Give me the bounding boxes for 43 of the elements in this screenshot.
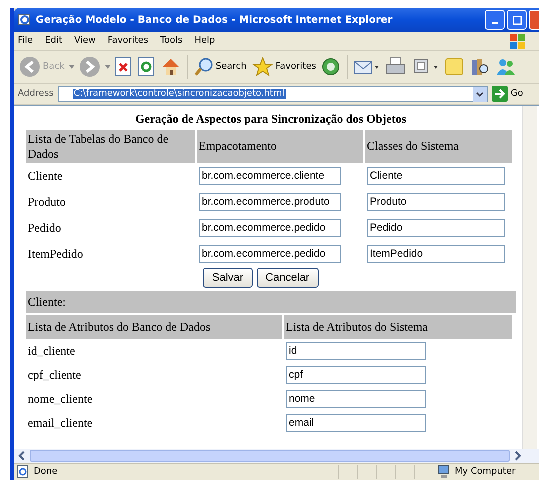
section-header: Cliente:	[26, 291, 516, 313]
save-button[interactable]: Salvar	[203, 268, 253, 288]
column-header: Lista de Tabelas do Banco de Dados	[26, 130, 195, 163]
class-field[interactable]: Produto	[367, 193, 505, 211]
window-title: Geração Modelo - Banco de Dados - Microsoft Internet Explorer	[36, 14, 394, 26]
attribute-field[interactable]: nome	[286, 390, 426, 408]
class-field[interactable]: Cliente	[367, 167, 505, 185]
package-field[interactable]: br.com.ecommerce.produto	[199, 193, 341, 211]
cancel-button[interactable]: Cancelar	[256, 268, 319, 288]
attribute-field[interactable]: cpf	[286, 366, 426, 384]
attribute-name-cell-text: cpf_cliente	[27, 366, 82, 384]
table-name-cell-text: Cliente	[27, 168, 64, 184]
table-name-cell-text: ItemPedido	[27, 246, 84, 262]
menu-item[interactable]: Tools	[160, 36, 183, 46]
favorites-button[interactable]: Favorites	[250, 57, 318, 77]
attribute-field[interactable]: id	[286, 342, 426, 360]
attribute-name-cell-text: email_cliente	[27, 414, 94, 432]
zone-text: My Computer	[455, 467, 516, 477]
table-name-cell-text: Produto	[27, 194, 68, 210]
page-heading: Geração de Aspectos para Sincronização dos Objetos	[134, 112, 408, 128]
menu-item[interactable]: File	[18, 36, 34, 46]
column-header: Empacotamento	[197, 130, 363, 163]
class-field[interactable]: ItemPedido	[367, 245, 505, 263]
package-field[interactable]: br.com.ecommerce.pedido	[199, 219, 341, 237]
column-header: Classes do Sistema	[365, 130, 512, 163]
menu-item[interactable]: View	[74, 36, 96, 46]
search-button[interactable]: Search	[192, 57, 248, 77]
menu-item[interactable]: Edit	[45, 36, 62, 46]
class-field[interactable]: Pedido	[367, 219, 505, 237]
package-field[interactable]: br.com.ecommerce.cliente	[199, 167, 341, 185]
column-header: Lista de Atributos do Banco de Dados	[26, 315, 282, 339]
menu-item[interactable]: Help	[194, 36, 216, 46]
table-name-cell-text: Pedido	[27, 220, 62, 236]
go-button[interactable]: Go	[492, 86, 524, 102]
attribute-field[interactable]: email	[286, 414, 426, 432]
menu-item[interactable]: Favorites	[108, 36, 149, 46]
attribute-name-cell-text: id_cliente	[27, 342, 76, 360]
column-header: Lista de Atributos do Sistema	[284, 315, 512, 339]
address-label: Address	[18, 89, 54, 99]
package-field[interactable]: br.com.ecommerce.pedido	[199, 245, 341, 263]
address-field[interactable]: C:\framework\controle\sincronizacaobjeto.html	[58, 86, 488, 102]
attribute-name-cell-text: nome_cliente	[27, 390, 94, 408]
status-text: Done	[34, 467, 59, 477]
